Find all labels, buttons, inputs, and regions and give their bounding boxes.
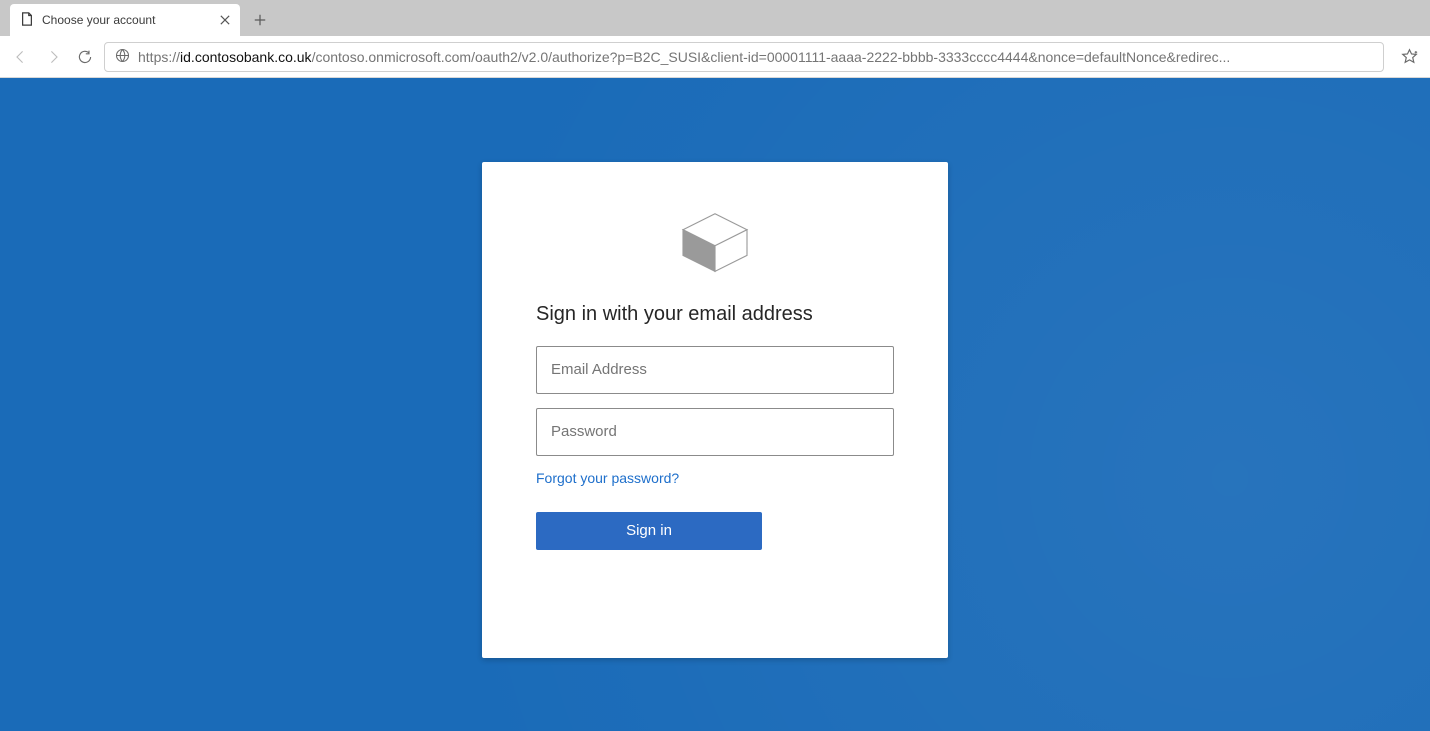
url-host: id.contosobank.co.uk xyxy=(180,49,312,65)
signin-card: Sign in with your email address Forgot y… xyxy=(482,162,948,658)
signin-button[interactable]: Sign in xyxy=(536,512,762,550)
email-field[interactable] xyxy=(536,346,894,394)
close-tab-icon[interactable] xyxy=(220,13,230,27)
cube-icon xyxy=(675,206,755,281)
address-bar[interactable]: https:// id.contosobank.co.uk /contoso.o… xyxy=(104,42,1384,72)
url-protocol: https:// xyxy=(138,49,180,65)
brand-logo xyxy=(536,206,894,281)
new-tab-button[interactable] xyxy=(246,6,274,34)
password-field[interactable] xyxy=(536,408,894,456)
refresh-button[interactable] xyxy=(72,44,98,70)
back-button[interactable] xyxy=(8,44,34,70)
url-path: /contoso.onmicrosoft.com/oauth2/v2.0/aut… xyxy=(312,49,1231,65)
url-text: https:// id.contosobank.co.uk /contoso.o… xyxy=(138,49,1373,65)
browser-toolbar: https:// id.contosobank.co.uk /contoso.o… xyxy=(0,36,1430,78)
signin-heading: Sign in with your email address xyxy=(536,303,894,326)
page-body: Sign in with your email address Forgot y… xyxy=(0,78,1430,731)
tab-strip: Choose your account xyxy=(0,0,1430,36)
browser-tab[interactable]: Choose your account xyxy=(10,4,240,36)
forward-button[interactable] xyxy=(40,44,66,70)
tab-title: Choose your account xyxy=(42,13,155,27)
favorites-button[interactable] xyxy=(1396,44,1422,70)
forgot-password-link[interactable]: Forgot your password? xyxy=(536,470,679,486)
site-info-icon[interactable] xyxy=(115,48,130,66)
page-icon xyxy=(20,12,34,29)
